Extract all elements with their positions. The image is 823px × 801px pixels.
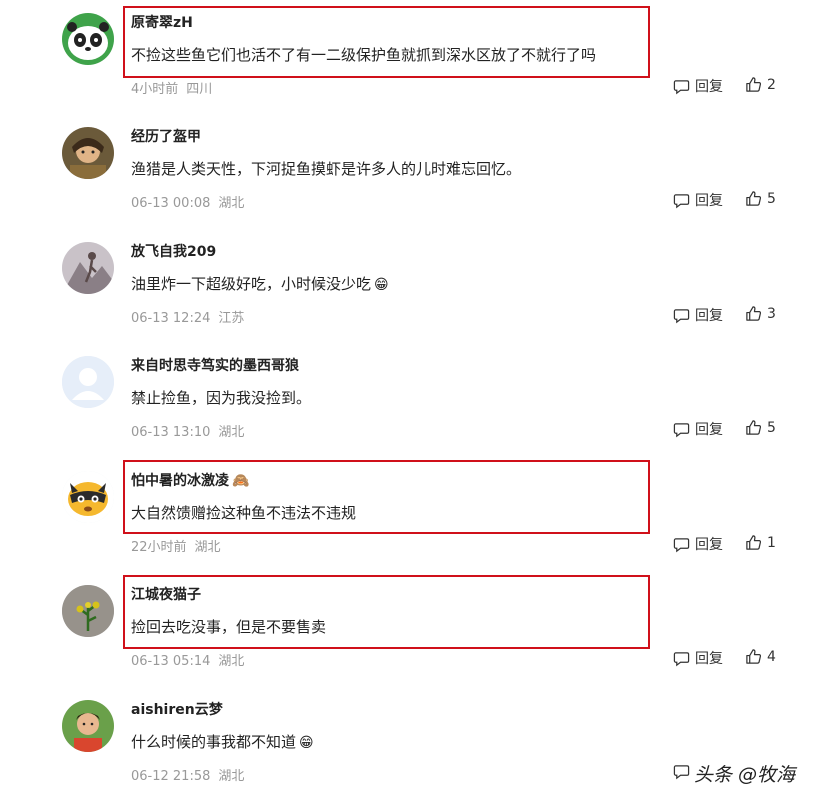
grin-emoji: 😁	[374, 277, 389, 293]
comment-bubble-icon	[673, 651, 690, 666]
avatar-warrior[interactable]	[62, 127, 114, 179]
thumbs-up-icon	[746, 420, 762, 435]
comment-time: 22小时前	[131, 540, 187, 555]
comment-time: 06-13 05:14	[131, 654, 211, 669]
reply-button[interactable]: 回复	[673, 648, 723, 668]
highlight-box	[123, 6, 650, 78]
comment-text: 渔猎是人类天性，下河捉鱼摸虾是许多人的儿时难忘回忆。	[131, 160, 522, 178]
avatar-raccoon-cartoon[interactable]	[62, 471, 114, 523]
like-button[interactable]: 3	[745, 305, 776, 322]
comment-bubble-icon	[673, 537, 690, 552]
thumbs-up-icon	[746, 649, 762, 664]
highlight-box	[123, 460, 650, 534]
reply-button[interactable]: 回复	[673, 305, 723, 325]
comment-username[interactable]: aishiren云梦	[131, 699, 223, 719]
thumbs-up-icon	[746, 535, 762, 550]
comment-text: 油里炸一下超级好吃，小时候没少吃 😁	[131, 273, 389, 294]
avatar-panda[interactable]	[62, 13, 114, 65]
comment-bubble-icon	[673, 193, 690, 208]
like-count: 5	[767, 190, 776, 207]
comment-item: 来自时思寺笃实的墨西哥狼 禁止捡鱼，因为我没捡到。 06-13 13:10 湖北 …	[0, 343, 823, 457]
like-count: 5	[767, 419, 776, 436]
reply-button[interactable]: 回复	[673, 534, 723, 554]
reply-label: 回复	[695, 79, 723, 95]
comment-item: 经历了盔甲 渔猎是人类天性，下河捉鱼摸虾是许多人的儿时难忘回忆。 06-13 0…	[0, 114, 823, 228]
comment-time: 06-13 13:10	[131, 425, 211, 440]
avatar-climber[interactable]	[62, 242, 114, 294]
comment-meta: 06-13 00:08 湖北	[131, 192, 244, 211]
comment-text-content: 什么时候的事我都不知道	[131, 733, 297, 751]
comment-item: 放飞自我209 油里炸一下超级好吃，小时候没少吃 😁 06-13 12:24 江苏 …	[0, 229, 823, 343]
comment-text-content: 油里炸一下超级好吃，小时候没少吃	[131, 275, 372, 293]
like-count: 4	[767, 648, 776, 665]
comment-location: 湖北	[218, 769, 245, 784]
comment-meta: 06-12 21:58 湖北	[131, 765, 244, 784]
like-button[interactable]: 5	[745, 190, 776, 207]
reply-label: 回复	[695, 537, 723, 553]
reply-button[interactable]	[673, 763, 690, 780]
thumbs-up-icon	[746, 77, 762, 92]
comment-location: 江苏	[218, 311, 245, 326]
comment-text: 禁止捡鱼，因为我没捡到。	[131, 389, 312, 407]
comment-meta: 22小时前 湖北	[131, 536, 221, 555]
comment-username[interactable]: 经历了盔甲	[131, 126, 201, 146]
comment-bubble-icon	[673, 765, 690, 780]
comment-username[interactable]: 放飞自我209	[131, 241, 216, 261]
thumbs-up-icon	[746, 191, 762, 206]
avatar-default[interactable]	[62, 356, 114, 408]
comment-meta: 06-13 12:24 江苏	[131, 307, 244, 326]
comment-location: 湖北	[194, 540, 221, 555]
comment-bubble-icon	[673, 79, 690, 94]
comment-time: 4小时前	[131, 82, 179, 97]
comment-location: 四川	[186, 82, 213, 97]
comment-text: 什么时候的事我都不知道 😁	[131, 731, 314, 752]
comment-location: 湖北	[218, 196, 245, 211]
comment-time: 06-13 12:24	[131, 311, 211, 326]
like-button[interactable]: 2	[745, 76, 776, 93]
like-button[interactable]: 1	[745, 534, 776, 551]
like-count: 3	[767, 305, 776, 322]
reply-label: 回复	[695, 651, 723, 667]
watermark: 头条 @牧海	[694, 764, 796, 786]
comment-time: 06-13 00:08	[131, 196, 211, 211]
reply-button[interactable]: 回复	[673, 76, 723, 96]
comment-location: 湖北	[218, 425, 245, 440]
like-button[interactable]: 4	[745, 648, 776, 665]
reply-button[interactable]: 回复	[673, 419, 723, 439]
like-count: 1	[767, 534, 776, 551]
highlight-box	[123, 575, 650, 649]
comment-bubble-icon	[673, 308, 690, 323]
reply-button[interactable]: 回复	[673, 190, 723, 210]
comment-username[interactable]: 来自时思寺笃实的墨西哥狼	[131, 355, 299, 375]
comment-time: 06-12 21:58	[131, 769, 211, 784]
like-button[interactable]: 5	[745, 419, 776, 436]
like-count: 2	[767, 76, 776, 93]
avatar-child[interactable]	[62, 700, 114, 752]
comment-meta: 06-13 05:14 湖北	[131, 650, 244, 669]
comment-meta: 06-13 13:10 湖北	[131, 421, 244, 440]
comment-location: 湖北	[218, 654, 245, 669]
comment-bubble-icon	[673, 422, 690, 437]
grin-emoji: 😁	[299, 735, 314, 751]
reply-label: 回复	[695, 193, 723, 209]
reply-label: 回复	[695, 422, 723, 438]
reply-label: 回复	[695, 308, 723, 324]
avatar-plant[interactable]	[62, 585, 114, 637]
comment-meta: 4小时前 四川	[131, 78, 212, 97]
thumbs-up-icon	[746, 306, 762, 321]
